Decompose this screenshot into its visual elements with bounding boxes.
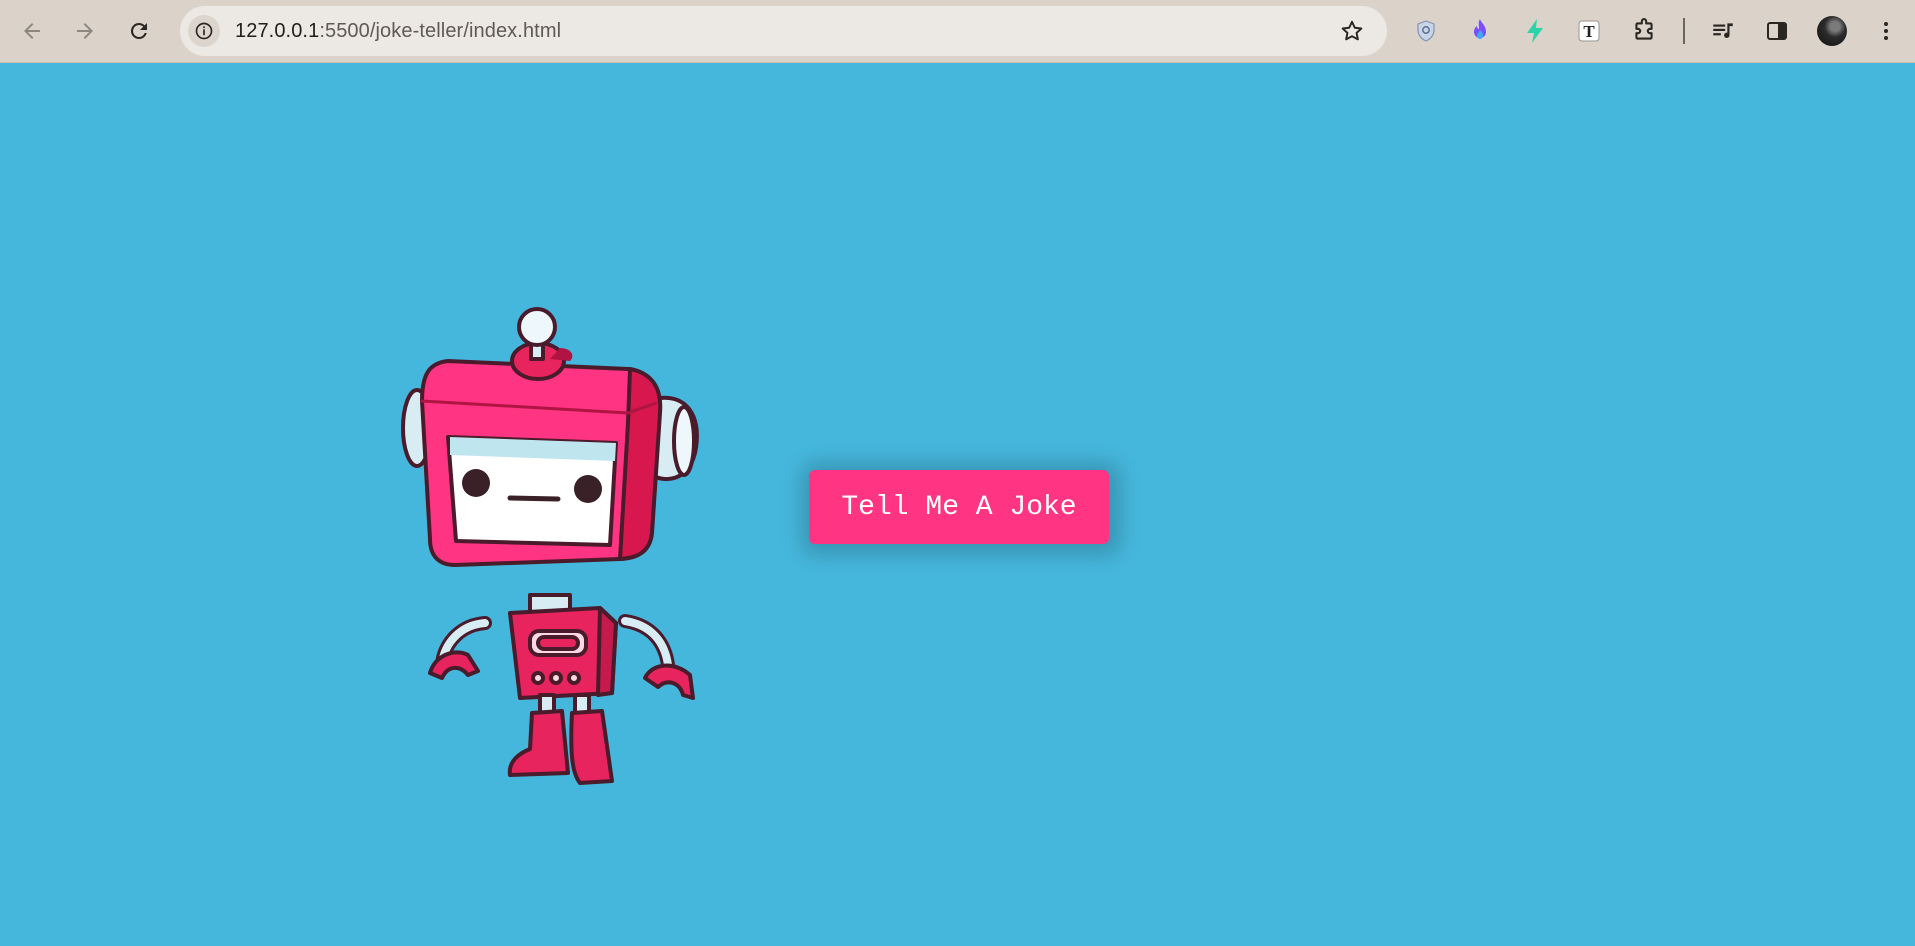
page-content: Tell Me A Joke bbox=[0, 63, 1915, 946]
toolbar-separator bbox=[1683, 18, 1685, 44]
extension-text-button[interactable]: T bbox=[1572, 14, 1606, 48]
url-host: 127.0.0.1 bbox=[235, 20, 320, 42]
extensions-button[interactable] bbox=[1627, 14, 1661, 48]
star-icon[interactable] bbox=[1339, 18, 1365, 44]
media-control-button[interactable] bbox=[1706, 14, 1740, 48]
arrow-right-icon bbox=[77, 23, 93, 39]
back-button[interactable] bbox=[12, 11, 52, 51]
url-path: :5500/joke-teller/index.html bbox=[319, 20, 562, 42]
site-info-button[interactable] bbox=[188, 15, 220, 47]
kebab-menu-icon bbox=[1884, 22, 1888, 40]
robot-illustration bbox=[401, 307, 699, 785]
playlist-icon bbox=[1713, 23, 1733, 39]
tell-joke-button[interactable]: Tell Me A Joke bbox=[809, 470, 1109, 544]
arrow-left-icon bbox=[24, 23, 40, 39]
profile-avatar[interactable] bbox=[1817, 16, 1847, 46]
browser-menu-button[interactable] bbox=[1869, 14, 1903, 48]
extension-flame-button[interactable] bbox=[1463, 14, 1497, 48]
extension-shield-button[interactable] bbox=[1409, 14, 1443, 48]
puzzle-icon bbox=[1635, 18, 1653, 40]
browser-toolbar: 127.0.0.1:5500/joke-teller/index.html T bbox=[0, 0, 1915, 63]
info-icon bbox=[195, 22, 213, 40]
forward-button[interactable] bbox=[65, 11, 105, 51]
bolt-icon bbox=[1527, 19, 1543, 43]
address-bar[interactable]: 127.0.0.1:5500/joke-teller/index.html bbox=[180, 6, 1387, 56]
flame-icon bbox=[1474, 19, 1486, 39]
reload-icon bbox=[130, 22, 147, 39]
side-panel-button[interactable] bbox=[1760, 14, 1794, 48]
side-panel-icon bbox=[1767, 22, 1787, 40]
text-t-icon: T bbox=[1578, 20, 1600, 42]
extension-bolt-button[interactable] bbox=[1518, 14, 1552, 48]
shield-icon bbox=[1417, 20, 1435, 42]
reload-button[interactable] bbox=[119, 11, 159, 51]
svg-text:T: T bbox=[1583, 22, 1595, 41]
url-text[interactable]: 127.0.0.1:5500/joke-teller/index.html bbox=[235, 6, 561, 56]
